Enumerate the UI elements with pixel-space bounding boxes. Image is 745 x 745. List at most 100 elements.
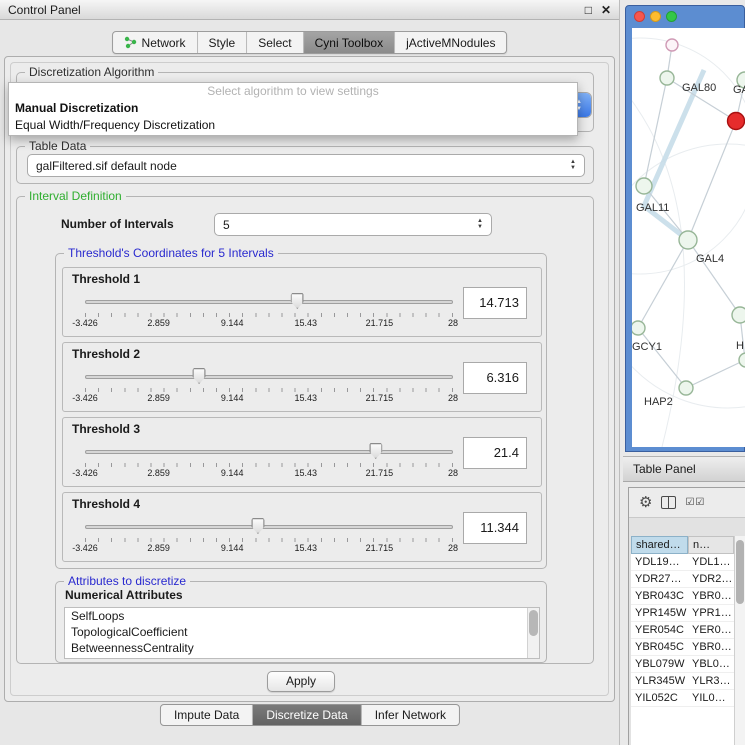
list-scrollbar[interactable]	[527, 608, 539, 658]
thresholds-group: Threshold's Coordinates for 5 Intervals …	[55, 253, 547, 569]
tab-impute-data[interactable]: Impute Data	[161, 705, 253, 725]
table-panel-title: Table Panel	[633, 462, 696, 476]
algorithm-dropdown-popup: Select algorithm to view settings Manual…	[8, 82, 578, 136]
network-canvas[interactable]: GAL80 GA GAL11 GAL4 GCY1 H HAP2	[632, 28, 745, 447]
app-root: Control Panel □ ✕ Network Style Select C…	[0, 0, 745, 745]
slider-track	[85, 300, 453, 304]
dropdown-option-equal-width[interactable]: Equal Width/Frequency Discretization	[9, 117, 577, 134]
column-header-shared-name[interactable]: shared…	[631, 536, 688, 554]
dropdown-option-manual[interactable]: Manual Discretization	[9, 100, 577, 117]
network-node[interactable]	[666, 39, 678, 51]
network-view-window: GAL80 GA GAL11 GAL4 GCY1 H HAP2	[625, 5, 745, 452]
slider-ticks	[85, 313, 454, 317]
list-item[interactable]: BetweennessCentrality	[65, 640, 539, 656]
zoom-traffic-light-icon[interactable]	[666, 11, 677, 22]
threshold-3-slider[interactable]	[85, 442, 453, 460]
float-window-icon[interactable]: □	[585, 3, 592, 17]
slider-thumb[interactable]	[251, 518, 264, 534]
scrollbar-thumb[interactable]	[736, 540, 744, 604]
tab-infer-network[interactable]: Infer Network	[362, 705, 459, 725]
close-icon[interactable]: ✕	[601, 3, 611, 17]
slider-thumb[interactable]	[369, 443, 382, 459]
bottom-tab-bar: Impute Data Discretize Data Infer Networ…	[160, 704, 460, 726]
tab-jactivemnodules[interactable]: jActiveMNodules	[395, 32, 506, 53]
network-node-gal80[interactable]	[660, 71, 674, 85]
numerical-attributes-list[interactable]: SelfLoops TopologicalCoefficient Between…	[64, 607, 540, 659]
number-of-intervals-select[interactable]: 5 ▲▼	[214, 213, 492, 236]
tab-discretize-data[interactable]: Discretize Data	[253, 705, 361, 725]
select-columns-icon[interactable]: ☑☑	[685, 497, 705, 508]
network-icon	[124, 36, 137, 49]
network-node[interactable]	[739, 353, 745, 367]
gear-icon[interactable]: ⚙	[639, 495, 652, 510]
table-data-label: Table Data	[25, 139, 90, 153]
node-label-cut: H	[736, 340, 744, 352]
network-node[interactable]	[732, 307, 745, 323]
table-row[interactable]: YBR043CYBR0…	[631, 588, 734, 605]
threshold-2-value-field[interactable]: 6.316	[463, 362, 527, 394]
threshold-4-label: Threshold 4	[72, 497, 140, 511]
table-data-selected-value: galFiltered.sif default node	[36, 159, 177, 173]
threshold-4-slider[interactable]	[85, 517, 453, 535]
minimize-traffic-light-icon[interactable]	[650, 11, 661, 22]
attributes-group: Attributes to discretize Numerical Attri…	[55, 581, 547, 663]
table-row[interactable]: YBL079WYBL0…	[631, 656, 734, 673]
table-body: YDL19…YDL1… YDR27…YDR2… YBR043CYBR0… YPR…	[631, 554, 734, 745]
list-item[interactable]: SelfLoops	[65, 608, 539, 624]
slider-thumb[interactable]	[291, 293, 304, 309]
interval-definition-label: Interval Definition	[25, 189, 126, 203]
table-row[interactable]: YDR27…YDR2…	[631, 571, 734, 588]
close-traffic-light-icon[interactable]	[634, 11, 645, 22]
tab-cyni-toolbox[interactable]: Cyni Toolbox	[304, 32, 395, 53]
table-row[interactable]: YDL19…YDL1…	[631, 554, 734, 571]
combo-arrows-icon: ▲▼	[570, 160, 576, 171]
scrollbar-thumb[interactable]	[529, 610, 538, 636]
slider-thumb[interactable]	[193, 368, 206, 384]
top-tab-bar: Network Style Select Cyni Toolbox jActiv…	[112, 31, 508, 54]
table-row[interactable]: YLR345WYLR3…	[631, 673, 734, 690]
node-label-gal11: GAL11	[636, 202, 669, 214]
threshold-1-value-field[interactable]: 14.713	[463, 287, 527, 319]
control-panel-titlebar: Control Panel □ ✕	[0, 0, 619, 20]
node-label-gcy1: GCY1	[632, 341, 662, 353]
interval-definition-group: Interval Definition Number of Intervals …	[16, 196, 594, 664]
node-label-gal4: GAL4	[696, 253, 724, 265]
list-item[interactable]: TopologicalCoefficient	[65, 624, 539, 640]
spinner-arrows-icon: ▲▼	[477, 219, 483, 230]
apply-button[interactable]: Apply	[267, 671, 335, 692]
table-data-group: Table Data galFiltered.sif default node …	[16, 146, 594, 184]
threshold-3-value-field[interactable]: 21.4	[463, 437, 527, 469]
table-panel-window: ⚙ ☑☑ shared… n… YDL19…YDL1… YDR27…YDR2… …	[628, 487, 745, 745]
tab-select[interactable]: Select	[247, 32, 303, 53]
network-node-gcy1[interactable]	[632, 321, 645, 335]
table-data-select[interactable]: galFiltered.sif default node ▲▼	[27, 154, 585, 177]
window-controls	[634, 11, 677, 22]
column-header-name[interactable]: n…	[688, 536, 734, 554]
network-node-hap2[interactable]	[679, 381, 693, 395]
table-row[interactable]: YER054CYER0…	[631, 622, 734, 639]
tab-network[interactable]: Network	[113, 32, 198, 53]
table-row[interactable]: YIL052CYIL0…	[631, 690, 734, 707]
threshold-1-slider[interactable]	[85, 292, 453, 310]
table-row[interactable]: YPR145WYPR1…	[631, 605, 734, 622]
slider-ticks	[85, 538, 454, 542]
threshold-4-value-field[interactable]: 11.344	[463, 512, 527, 544]
slider-track	[85, 450, 453, 454]
network-node-selected-red[interactable]	[728, 113, 745, 130]
slider-tick-labels: -3.4262.8599.14415.4321.71528	[85, 543, 453, 554]
attributes-group-label: Attributes to discretize	[64, 574, 190, 588]
threshold-1-label: Threshold 1	[72, 272, 140, 286]
table-panel-header: Table Panel	[623, 456, 745, 482]
columns-icon[interactable]	[661, 496, 676, 509]
node-label-cut: GA	[733, 84, 745, 96]
numerical-attributes-label: Numerical Attributes	[65, 588, 183, 602]
network-node-gal4[interactable]	[679, 231, 697, 249]
network-node-gal11[interactable]	[636, 178, 652, 194]
table-scrollbar[interactable]	[734, 536, 745, 745]
slider-track	[85, 375, 453, 379]
tab-style[interactable]: Style	[198, 32, 248, 53]
node-label-gal80: GAL80	[682, 82, 716, 94]
threshold-2-slider[interactable]	[85, 367, 453, 385]
table-row[interactable]: YBR045CYBR0…	[631, 639, 734, 656]
control-panel: Control Panel □ ✕ Network Style Select C…	[0, 0, 620, 745]
